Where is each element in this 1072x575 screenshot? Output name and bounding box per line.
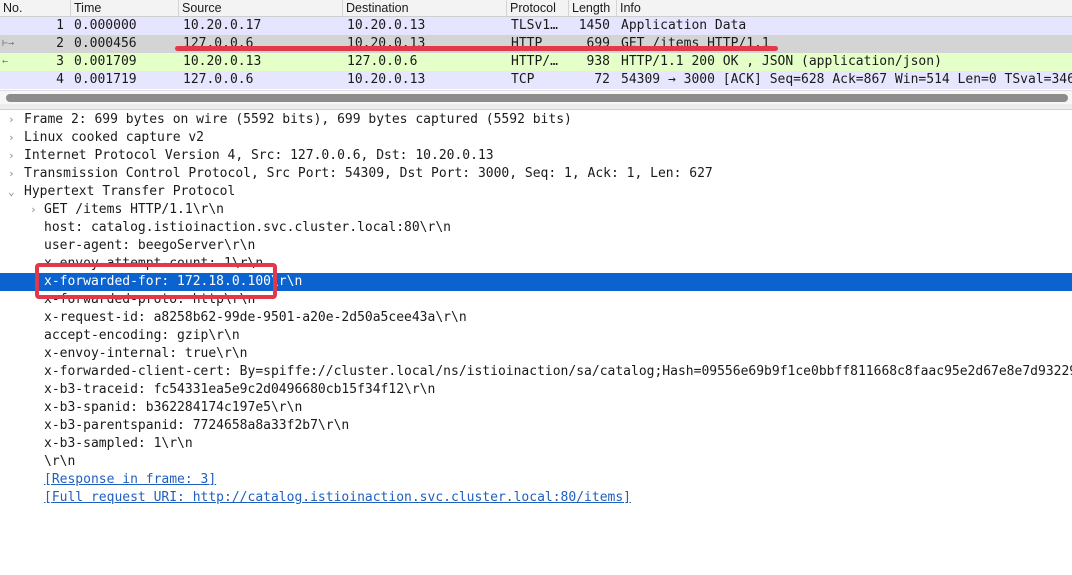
detail-text: Transmission Control Protocol, Src Port:… [24,166,713,181]
expand-caret-icon[interactable]: ⌄ [8,183,20,201]
detail-row[interactable]: [Full request URI: http://catalog.istioi… [0,489,1072,507]
detail-row[interactable]: x-b3-parentspanid: 7724658a8a33f2b7\r\n [0,417,1072,435]
packet-list-header: No. Time Source Destination Protocol Len… [0,0,1072,17]
response-arrow-icon: ← [2,56,9,67]
column-header-protocol[interactable]: Protocol [506,0,568,16]
detail-row[interactable]: ⌄ Hypertext Transfer Protocol [0,183,1072,201]
detail-row[interactable]: › Linux cooked capture v2 [0,129,1072,147]
detail-row[interactable]: [Response in frame: 3] [0,471,1072,489]
detail-row[interactable]: accept-encoding: gzip\r\n [0,327,1072,345]
detail-text: x-b3-sampled: 1\r\n [44,436,193,451]
detail-text: x-forwarded-client-cert: By=spiffe://clu… [44,364,1072,379]
annotation-underline [175,46,778,51]
request-arrow-icon: ⊢→ [2,38,15,49]
packet-details-tree: › Frame 2: 699 bytes on wire (5592 bits),… [0,111,1072,575]
packet-protocol: TLSv1… [511,18,558,33]
detail-row[interactable]: › Internet Protocol Version 4, Src: 127.0… [0,147,1072,165]
annotation-highlight-box [35,263,277,299]
packet-info: 54309 → 3000 [ACK] Seq=628 Ack=867 Win=5… [621,72,1072,87]
detail-text: Internet Protocol Version 4, Src: 127.0.… [24,148,494,163]
packet-time: 0.000456 [74,36,137,51]
packet-protocol: TCP [511,72,535,87]
column-header-length[interactable]: Length [568,0,616,16]
packet-row[interactable]: 4 0.001719 127.0.0.6 10.20.0.13 TCP 72 54309 →… [0,71,1072,89]
detail-text: Linux cooked capture v2 [24,130,205,145]
detail-text: accept-encoding: gzip\r\n [44,328,240,343]
collapse-caret-icon[interactable]: › [8,165,20,183]
packet-time: 0.001709 [74,54,137,69]
packet-row[interactable]: 1 0.000000 10.20.0.17 10.20.0.13 TLSv1… 1450 A… [0,17,1072,35]
detail-row[interactable]: › Frame 2: 699 bytes on wire (5592 bits),… [0,111,1072,129]
detail-row[interactable]: x-envoy-internal: true\r\n [0,345,1072,363]
collapse-caret-icon[interactable]: › [30,201,42,219]
packet-list: No. Time Source Destination Protocol Len… [0,0,1072,90]
detail-row[interactable]: › Transmission Control Protocol, Src Port… [0,165,1072,183]
packet-no: 1 [56,18,64,33]
packet-destination: 10.20.0.13 [347,72,426,87]
packet-row[interactable]: 3 0.001709 10.20.0.13 127.0.0.6 HTTP/… 938 HTT… [0,53,1072,71]
collapse-caret-icon[interactable]: › [8,147,20,165]
detail-row[interactable]: x-b3-sampled: 1\r\n [0,435,1072,453]
packet-source: 127.0.0.6 [183,72,254,87]
detail-row[interactable]: user-agent: beegoServer\r\n [0,237,1072,255]
column-header-no[interactable]: No. [0,0,69,16]
packet-no: 3 [56,54,64,69]
detail-text: x-b3-traceid: fc54331ea5e9c2d0496680cb15… [44,382,436,397]
detail-row[interactable]: x-forwarded-client-cert: By=spiffe://clu… [0,363,1072,381]
packet-length: 72 [594,72,610,87]
detail-link[interactable]: [Response in frame: 3] [44,471,216,489]
detail-text: x-request-id: a8258b62-99de-9501-a20e-2d… [44,310,467,325]
column-header-time[interactable]: Time [70,0,178,16]
packet-source: 10.20.0.17 [183,18,262,33]
detail-row[interactable]: › GET /items HTTP/1.1\r\n [0,201,1072,219]
packet-info: Application Data [621,18,747,33]
detail-text: GET /items HTTP/1.1\r\n [44,202,225,217]
detail-text: user-agent: beegoServer\r\n [44,238,256,253]
detail-row[interactable]: \r\n [0,453,1072,471]
column-header-info[interactable]: Info [616,0,1072,16]
detail-text: host: catalog.istioinaction.svc.cluster.… [44,220,451,235]
packet-source: 10.20.0.13 [183,54,262,69]
detail-text: x-envoy-internal: true\r\n [44,346,248,361]
packet-length: 1450 [578,18,610,33]
detail-text: x-b3-spanid: b362284174c197e5\r\n [44,400,303,415]
detail-row[interactable]: x-request-id: a8258b62-99de-9501-a20e-2d… [0,309,1072,327]
column-header-source[interactable]: Source [178,0,342,16]
detail-text: Hypertext Transfer Protocol [24,184,236,199]
packet-destination: 127.0.0.6 [347,54,418,69]
pane-splitter[interactable] [0,104,1072,110]
horizontal-scrollbar[interactable] [0,90,1072,105]
packet-info: HTTP/1.1 200 OK , JSON (application/json… [621,54,942,69]
detail-row[interactable]: x-b3-traceid: fc54331ea5e9c2d0496680cb15… [0,381,1072,399]
packet-no: 4 [56,72,64,87]
detail-text: x-b3-parentspanid: 7724658a8a33f2b7\r\n [44,418,350,433]
detail-text: \r\n [44,454,76,469]
collapse-caret-icon[interactable]: › [8,111,20,129]
detail-row[interactable]: x-b3-spanid: b362284174c197e5\r\n [0,399,1072,417]
column-header-destination[interactable]: Destination [342,0,506,16]
detail-row[interactable]: host: catalog.istioinaction.svc.cluster.… [0,219,1072,237]
detail-link[interactable]: [Full request URI: http://catalog.istioi… [44,489,631,507]
scrollbar-thumb[interactable] [6,94,1068,102]
packet-time: 0.000000 [74,18,137,33]
detail-text: Frame 2: 699 bytes on wire (5592 bits), … [24,112,572,127]
collapse-caret-icon[interactable]: › [8,129,20,147]
packet-destination: 10.20.0.13 [347,18,426,33]
packet-time: 0.001719 [74,72,137,87]
packet-protocol: HTTP/… [511,54,558,69]
packet-length: 938 [586,54,610,69]
